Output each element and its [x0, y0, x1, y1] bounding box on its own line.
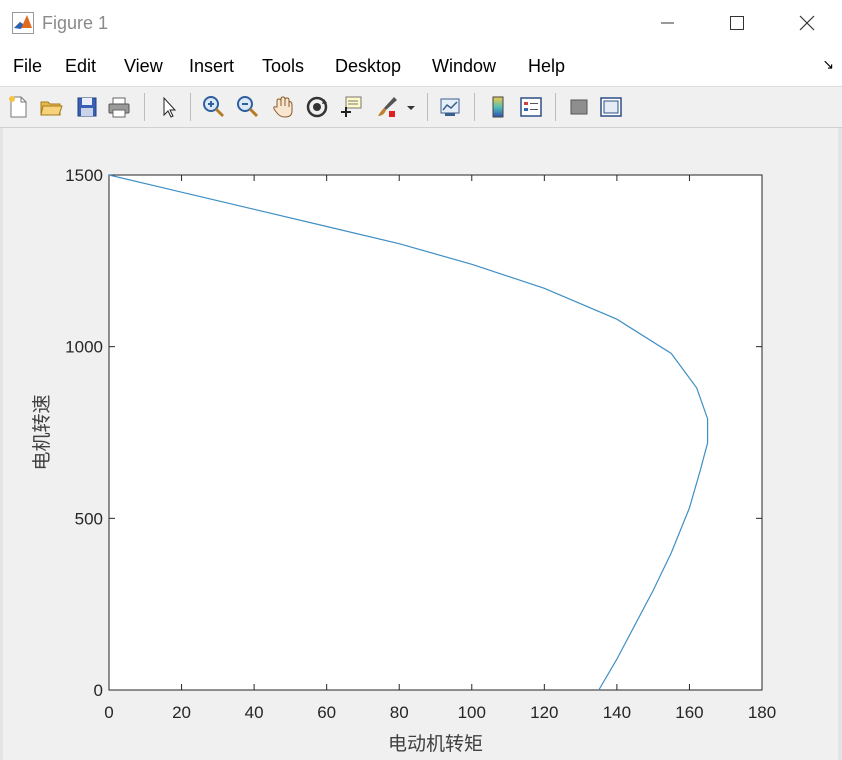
x-tick-label: 160 [675, 703, 703, 722]
y-tick-label: 500 [75, 509, 103, 528]
y-tick-label: 1000 [65, 338, 103, 357]
y-tick-label: 0 [94, 681, 103, 700]
axes-box[interactable] [108, 174, 763, 691]
x-axis-label: 电动机转矩 [388, 733, 483, 755]
x-tick-label: 0 [104, 703, 113, 722]
plot-svg: 0 20 40 60 80 100 120 140 160 180 0 500 1000 1500 电动机… [31, 166, 776, 755]
x-tick-label: 100 [458, 703, 486, 722]
x-tick-label: 80 [390, 703, 409, 722]
y-axis-label: 电机转速 [31, 394, 53, 470]
y-tick-label: 1500 [65, 166, 103, 185]
x-tick-label: 40 [245, 703, 264, 722]
x-tick-label: 140 [603, 703, 631, 722]
x-tick-label: 60 [317, 703, 336, 722]
x-tick-label: 180 [748, 703, 776, 722]
x-tick-label: 120 [530, 703, 558, 722]
x-tick-label: 20 [172, 703, 191, 722]
